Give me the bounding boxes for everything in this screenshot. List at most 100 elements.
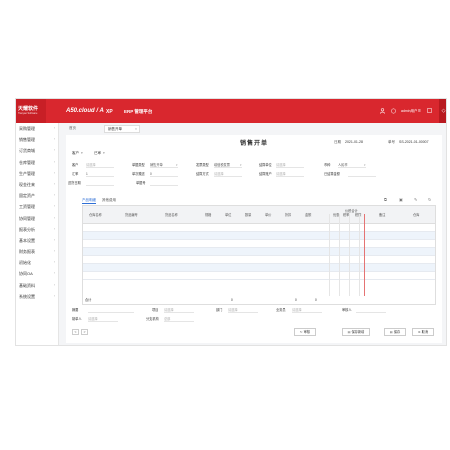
- sidebar-item-label: 基本设置: [19, 237, 35, 243]
- currency-select[interactable]: 人民币: [338, 163, 366, 168]
- total-qty: 0: [231, 298, 233, 302]
- settings-icon[interactable]: ◇: [439, 99, 446, 123]
- close-icon[interactable]: ×: [135, 126, 137, 132]
- column-divider: [349, 214, 350, 296]
- chevron-right-icon: ›: [53, 282, 55, 287]
- sidebar-item[interactable]: 销售管理 ›: [16, 134, 58, 145]
- memo-input[interactable]: [88, 308, 134, 313]
- amount-divider: [364, 214, 365, 296]
- cancel-button[interactable]: ⊗取消: [412, 328, 434, 336]
- save-new-icon: ▤: [347, 330, 351, 334]
- bill-no-input[interactable]: [150, 181, 178, 186]
- sidebar-item-label: 协同管理: [19, 215, 35, 221]
- field-label: 审核人: [342, 308, 352, 312]
- table-row[interactable]: [83, 264, 435, 272]
- sidebar-item[interactable]: 工资管理 ›: [16, 201, 58, 212]
- user-icon[interactable]: [380, 108, 385, 116]
- project-select[interactable]: 请选择: [164, 308, 194, 313]
- date-field[interactable]: 日期 2021-01-28: [334, 140, 363, 145]
- sidebar-item[interactable]: 固定资产 ›: [16, 190, 58, 201]
- chevron-right-icon: ›: [53, 148, 55, 153]
- audit-button[interactable]: ↻审核: [294, 328, 316, 336]
- sidebar-item[interactable]: 财务报表 ›: [16, 246, 58, 257]
- sidebar-item[interactable]: 协同OA ›: [16, 268, 58, 279]
- chevron-right-icon: ›: [53, 181, 55, 186]
- tab-product-detail[interactable]: 产品明细: [82, 197, 96, 204]
- sidebar-item[interactable]: 仓库管理 ›: [16, 157, 58, 168]
- salesman-select[interactable]: 请选择: [292, 308, 322, 313]
- sidebar-item[interactable]: 基础资料 ›: [16, 280, 58, 291]
- field-label: 单据号: [136, 181, 146, 185]
- status-filter[interactable]: 已审 ▾: [94, 150, 105, 156]
- field-label: 结算账户: [259, 172, 272, 176]
- sidebar-item[interactable]: 系统设置 ›: [16, 291, 58, 302]
- refresh-icon[interactable]: ↻: [428, 197, 431, 202]
- sidebar-item[interactable]: 初始化 ›: [16, 257, 58, 268]
- branch-select[interactable]: 总部: [164, 317, 194, 322]
- settle-unit-input[interactable]: 请选择: [276, 163, 304, 168]
- settle-account-select[interactable]: 请选择: [276, 172, 304, 177]
- brand-logo: 天耀软件 Tianyao Software: [16, 99, 46, 123]
- sidebar-item[interactable]: 协同管理 ›: [16, 213, 58, 224]
- table-row[interactable]: [83, 272, 435, 280]
- field-label: 业务员: [276, 308, 286, 312]
- tab-other-fees[interactable]: 其他费用: [102, 197, 116, 203]
- table-row[interactable]: [83, 248, 435, 256]
- menu-icon[interactable]: ≡: [418, 108, 421, 114]
- sidebar-item[interactable]: 报表分析 ›: [16, 224, 58, 235]
- column-header: 货品名称: [165, 213, 178, 217]
- window-icon[interactable]: [427, 108, 432, 115]
- column-header: 仓库: [413, 213, 420, 217]
- save-button[interactable]: ▤保存: [384, 328, 406, 336]
- prev-page-button[interactable]: <: [72, 329, 79, 335]
- sidebar-item-label: 初始化: [19, 260, 31, 266]
- sidebar-item-label: 系统设置: [19, 293, 35, 299]
- save-icon: ▤: [389, 330, 393, 334]
- field-label: 单次赠送: [132, 172, 145, 176]
- field-label: 项目: [152, 308, 159, 312]
- top-bar: 天耀软件 Tianyao Software A50.cloud / A XP E…: [16, 99, 446, 123]
- chevron-down-icon: ▾: [81, 151, 83, 155]
- edit-icon[interactable]: ✎: [414, 197, 417, 202]
- app-window: 天耀软件 Tianyao Software A50.cloud / A XP E…: [15, 98, 447, 346]
- next-page-button[interactable]: >: [81, 329, 88, 335]
- chevron-right-icon: ›: [53, 226, 55, 231]
- print-icon[interactable]: ▣: [399, 197, 403, 202]
- table-row[interactable]: [83, 240, 435, 248]
- audit-icon: ↻: [299, 330, 303, 334]
- customer-input[interactable]: 请选择: [86, 163, 114, 168]
- table-row[interactable]: [83, 224, 435, 232]
- save-new-button[interactable]: ▤保存新增: [342, 328, 370, 336]
- tab-sales-order[interactable]: 销售开单 ×: [104, 125, 140, 133]
- table-row[interactable]: [83, 232, 435, 240]
- sidebar-item[interactable]: 采购管理 ›: [16, 123, 58, 134]
- invoice-type-select[interactable]: 增值税发票: [214, 163, 242, 168]
- sidebar-item[interactable]: 基本设置 ›: [16, 235, 58, 246]
- cancel-icon: ⊗: [417, 330, 421, 334]
- table-row[interactable]: [83, 256, 435, 264]
- delivery-date-input[interactable]: [86, 181, 114, 186]
- customer-filter[interactable]: 客户 ▾: [72, 150, 83, 156]
- doc-type-select[interactable]: 销售开单: [150, 163, 178, 168]
- rate-input[interactable]: 1: [86, 172, 114, 177]
- department-select[interactable]: 请选择: [228, 308, 258, 313]
- creator-select[interactable]: 请选择: [88, 317, 118, 322]
- sidebar-item[interactable]: 订货商城 ›: [16, 145, 58, 156]
- chevron-down-icon: ▾: [240, 163, 242, 167]
- settle-method-select[interactable]: 请选择: [214, 172, 242, 177]
- copy-icon[interactable]: ⧉: [384, 197, 387, 202]
- sidebar-item[interactable]: 现金往来 ›: [16, 179, 58, 190]
- field-label: 摘要: [72, 308, 79, 312]
- user-label[interactable]: admin用户: [401, 109, 418, 114]
- column-header: 单价: [265, 213, 272, 217]
- chevron-right-icon: ›: [53, 193, 55, 198]
- gift-input[interactable]: 0: [150, 172, 178, 177]
- filter-label: 已审: [94, 151, 101, 155]
- settled-amount-input[interactable]: [348, 172, 376, 177]
- auditor-field: [356, 308, 386, 313]
- column-header: 数量: [245, 213, 252, 217]
- sidebar-item[interactable]: 生产管理 ›: [16, 168, 58, 179]
- help-icon[interactable]: [391, 108, 396, 116]
- tab-home[interactable]: 首页: [69, 126, 76, 131]
- sidebar-item-label: 报表分析: [19, 226, 35, 232]
